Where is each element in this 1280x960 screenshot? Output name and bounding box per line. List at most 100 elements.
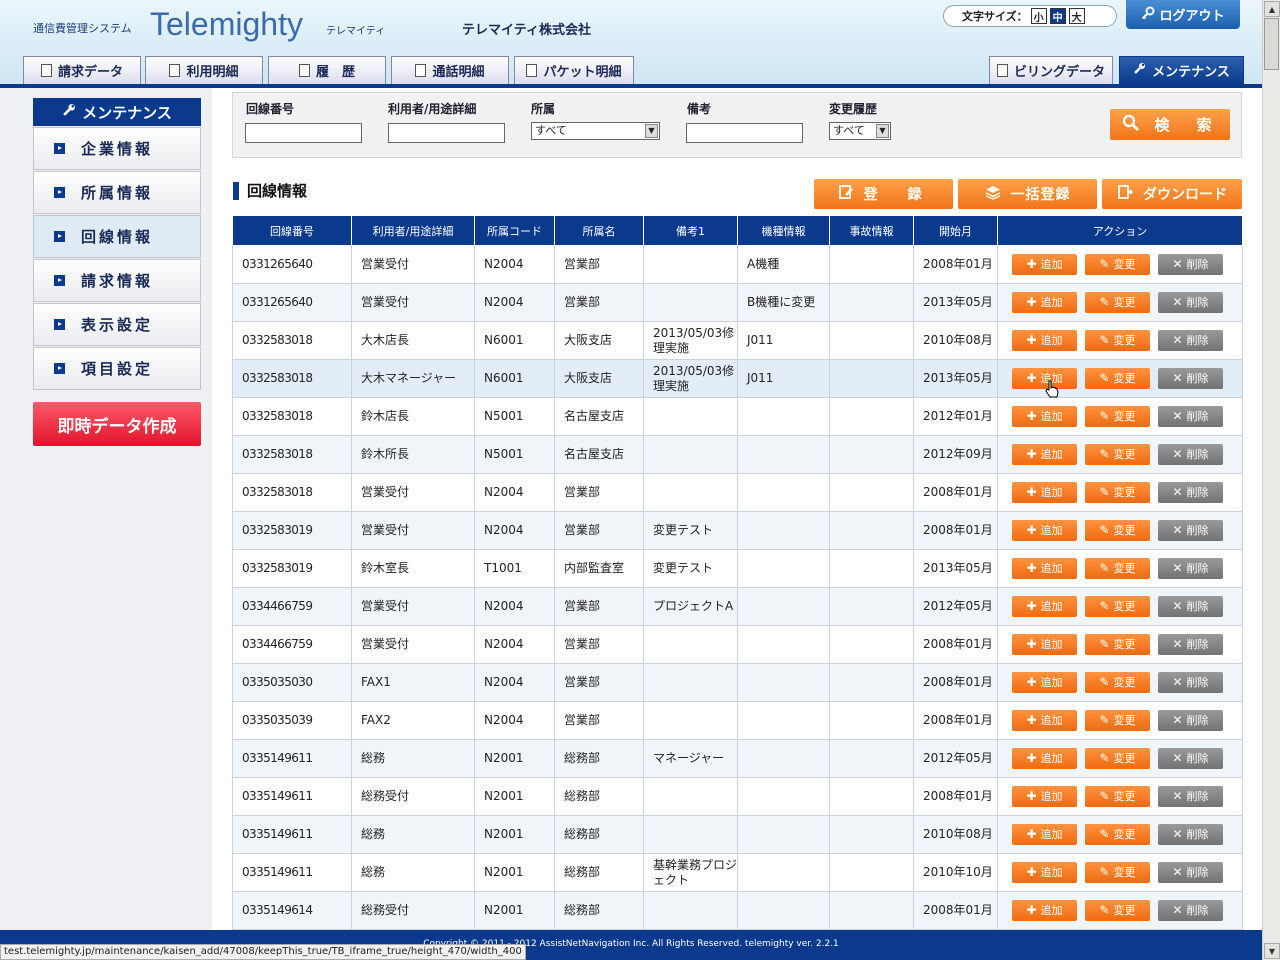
note-input[interactable] [686, 123, 803, 143]
line-number-input[interactable] [245, 123, 362, 143]
edit-button[interactable]: ✎ 変更 [1085, 558, 1150, 579]
edit-button[interactable]: ✎ 変更 [1085, 292, 1150, 313]
delete-button[interactable]: ✕ 削除 [1158, 862, 1223, 883]
delete-button[interactable]: ✕ 削除 [1158, 634, 1223, 655]
close-icon: ✕ [1172, 789, 1183, 803]
edit-button[interactable]: ✎ 変更 [1085, 710, 1150, 731]
column-header[interactable]: 開始月 [913, 215, 998, 246]
tab-billing-export[interactable]: ビリングデータ [989, 56, 1113, 84]
add-button[interactable]: ✚ 追加 [1012, 482, 1077, 503]
sidebar-item-billing-info[interactable]: 請求情報 [33, 259, 201, 302]
delete-button[interactable]: ✕ 削除 [1158, 444, 1223, 465]
delete-button[interactable]: ✕ 削除 [1158, 406, 1223, 427]
scroll-down-icon[interactable]: ▼ [1264, 943, 1280, 959]
edit-button[interactable]: ✎ 変更 [1085, 786, 1150, 807]
add-button[interactable]: ✚ 追加 [1012, 634, 1077, 655]
delete-button[interactable]: ✕ 削除 [1158, 520, 1223, 541]
column-header[interactable]: 事故情報 [829, 215, 914, 246]
edit-button[interactable]: ✎ 変更 [1085, 368, 1150, 389]
edit-button[interactable]: ✎ 変更 [1085, 748, 1150, 769]
column-header[interactable]: 備考1 [643, 215, 738, 246]
add-button[interactable]: ✚ 追加 [1012, 786, 1077, 807]
tab-packet-details[interactable]: パケット明細 [514, 56, 634, 84]
edit-button[interactable]: ✎ 変更 [1085, 406, 1150, 427]
table-cell: 2010年08月 [913, 815, 998, 854]
font-size-small-button[interactable]: 小 [1030, 8, 1047, 24]
delete-button[interactable]: ✕ 削除 [1158, 482, 1223, 503]
edit-button[interactable]: ✎ 変更 [1085, 672, 1150, 693]
add-button[interactable]: ✚ 追加 [1012, 254, 1077, 275]
user-detail-input[interactable] [388, 123, 505, 143]
tab-history[interactable]: 履 歴 [268, 56, 386, 84]
edit-button[interactable]: ✎ 変更 [1085, 824, 1150, 845]
add-button[interactable]: ✚ 追加 [1012, 862, 1077, 883]
company-name: テレマイティ株式会社 [462, 23, 591, 38]
edit-button[interactable]: ✎ 変更 [1085, 520, 1150, 541]
edit-button[interactable]: ✎ 変更 [1085, 254, 1150, 275]
delete-button[interactable]: ✕ 削除 [1158, 710, 1223, 731]
search-button[interactable]: 検 索 [1110, 109, 1230, 140]
table-cell [829, 663, 914, 702]
scroll-thumb[interactable] [1264, 18, 1279, 70]
column-header[interactable]: 回線番号 [232, 215, 352, 246]
edit-button[interactable]: ✎ 変更 [1085, 482, 1150, 503]
add-button[interactable]: ✚ 追加 [1012, 710, 1077, 731]
scroll-up-icon[interactable]: ▲ [1264, 1, 1280, 17]
edit-label: 変更 [1113, 752, 1136, 765]
sidebar-item-company-info[interactable]: 企業情報 [33, 127, 201, 170]
delete-button[interactable]: ✕ 削除 [1158, 368, 1223, 389]
logout-button[interactable]: ログアウト [1126, 0, 1240, 29]
history-select[interactable]: すべて ▼ [829, 122, 891, 140]
delete-button[interactable]: ✕ 削除 [1158, 824, 1223, 845]
delete-button[interactable]: ✕ 削除 [1158, 672, 1223, 693]
instant-data-button[interactable]: 即時データ作成 [33, 402, 201, 446]
register-button[interactable]: 登 録 [814, 179, 953, 209]
font-size-large-button[interactable]: 大 [1068, 8, 1085, 24]
add-button[interactable]: ✚ 追加 [1012, 672, 1077, 693]
delete-button[interactable]: ✕ 削除 [1158, 330, 1223, 351]
sidebar-item-field-settings[interactable]: 項目設定 [33, 347, 201, 390]
font-size-medium-button[interactable]: 中 [1049, 8, 1066, 24]
column-header[interactable]: 機種情報 [737, 215, 830, 246]
add-button[interactable]: ✚ 追加 [1012, 292, 1077, 313]
department-select[interactable]: すべて ▼ [531, 122, 660, 140]
delete-button[interactable]: ✕ 削除 [1158, 786, 1223, 807]
delete-button[interactable]: ✕ 削除 [1158, 748, 1223, 769]
edit-button[interactable]: ✎ 変更 [1085, 900, 1150, 921]
column-header[interactable]: 利用者/用途詳細 [351, 215, 475, 246]
add-button[interactable]: ✚ 追加 [1012, 330, 1077, 351]
sidebar-item-display-settings[interactable]: 表示設定 [33, 303, 201, 346]
add-button[interactable]: ✚ 追加 [1012, 900, 1077, 921]
add-button[interactable]: ✚ 追加 [1012, 596, 1077, 617]
edit-button[interactable]: ✎ 変更 [1085, 330, 1150, 351]
add-button[interactable]: ✚ 追加 [1012, 558, 1077, 579]
edit-button[interactable]: ✎ 変更 [1085, 862, 1150, 883]
sidebar-item-label: 企業情報 [81, 140, 154, 158]
edit-button[interactable]: ✎ 変更 [1085, 634, 1150, 655]
add-button[interactable]: ✚ 追加 [1012, 520, 1077, 541]
column-header[interactable]: 所属コード [474, 215, 555, 246]
edit-button[interactable]: ✎ 変更 [1085, 596, 1150, 617]
sidebar-item-line-info[interactable]: 回線情報 [33, 215, 201, 258]
tab-call-details[interactable]: 通話明細 [391, 56, 509, 84]
column-header[interactable]: 所属名 [554, 215, 644, 246]
sidebar-item-department-info[interactable]: 所属情報 [33, 171, 201, 214]
app-logo[interactable]: Telemighty [150, 6, 303, 43]
vertical-scrollbar[interactable]: ▲ ▼ [1262, 0, 1280, 960]
tab-maintenance[interactable]: メンテナンス [1119, 56, 1244, 84]
delete-button[interactable]: ✕ 削除 [1158, 558, 1223, 579]
table-cell: 内部監査室 [554, 549, 644, 588]
add-button[interactable]: ✚ 追加 [1012, 406, 1077, 427]
bulk-register-button[interactable]: 一括登録 [958, 179, 1097, 209]
delete-button[interactable]: ✕ 削除 [1158, 254, 1223, 275]
delete-button[interactable]: ✕ 削除 [1158, 292, 1223, 313]
add-button[interactable]: ✚ 追加 [1012, 748, 1077, 769]
add-button[interactable]: ✚ 追加 [1012, 444, 1077, 465]
download-button[interactable]: ダウンロード [1102, 179, 1242, 209]
delete-button[interactable]: ✕ 削除 [1158, 596, 1223, 617]
tab-usage-details[interactable]: 利用明細 [145, 56, 263, 84]
delete-button[interactable]: ✕ 削除 [1158, 900, 1223, 921]
add-button[interactable]: ✚ 追加 [1012, 824, 1077, 845]
edit-button[interactable]: ✎ 変更 [1085, 444, 1150, 465]
tab-billing-data[interactable]: 請求データ [23, 56, 141, 84]
